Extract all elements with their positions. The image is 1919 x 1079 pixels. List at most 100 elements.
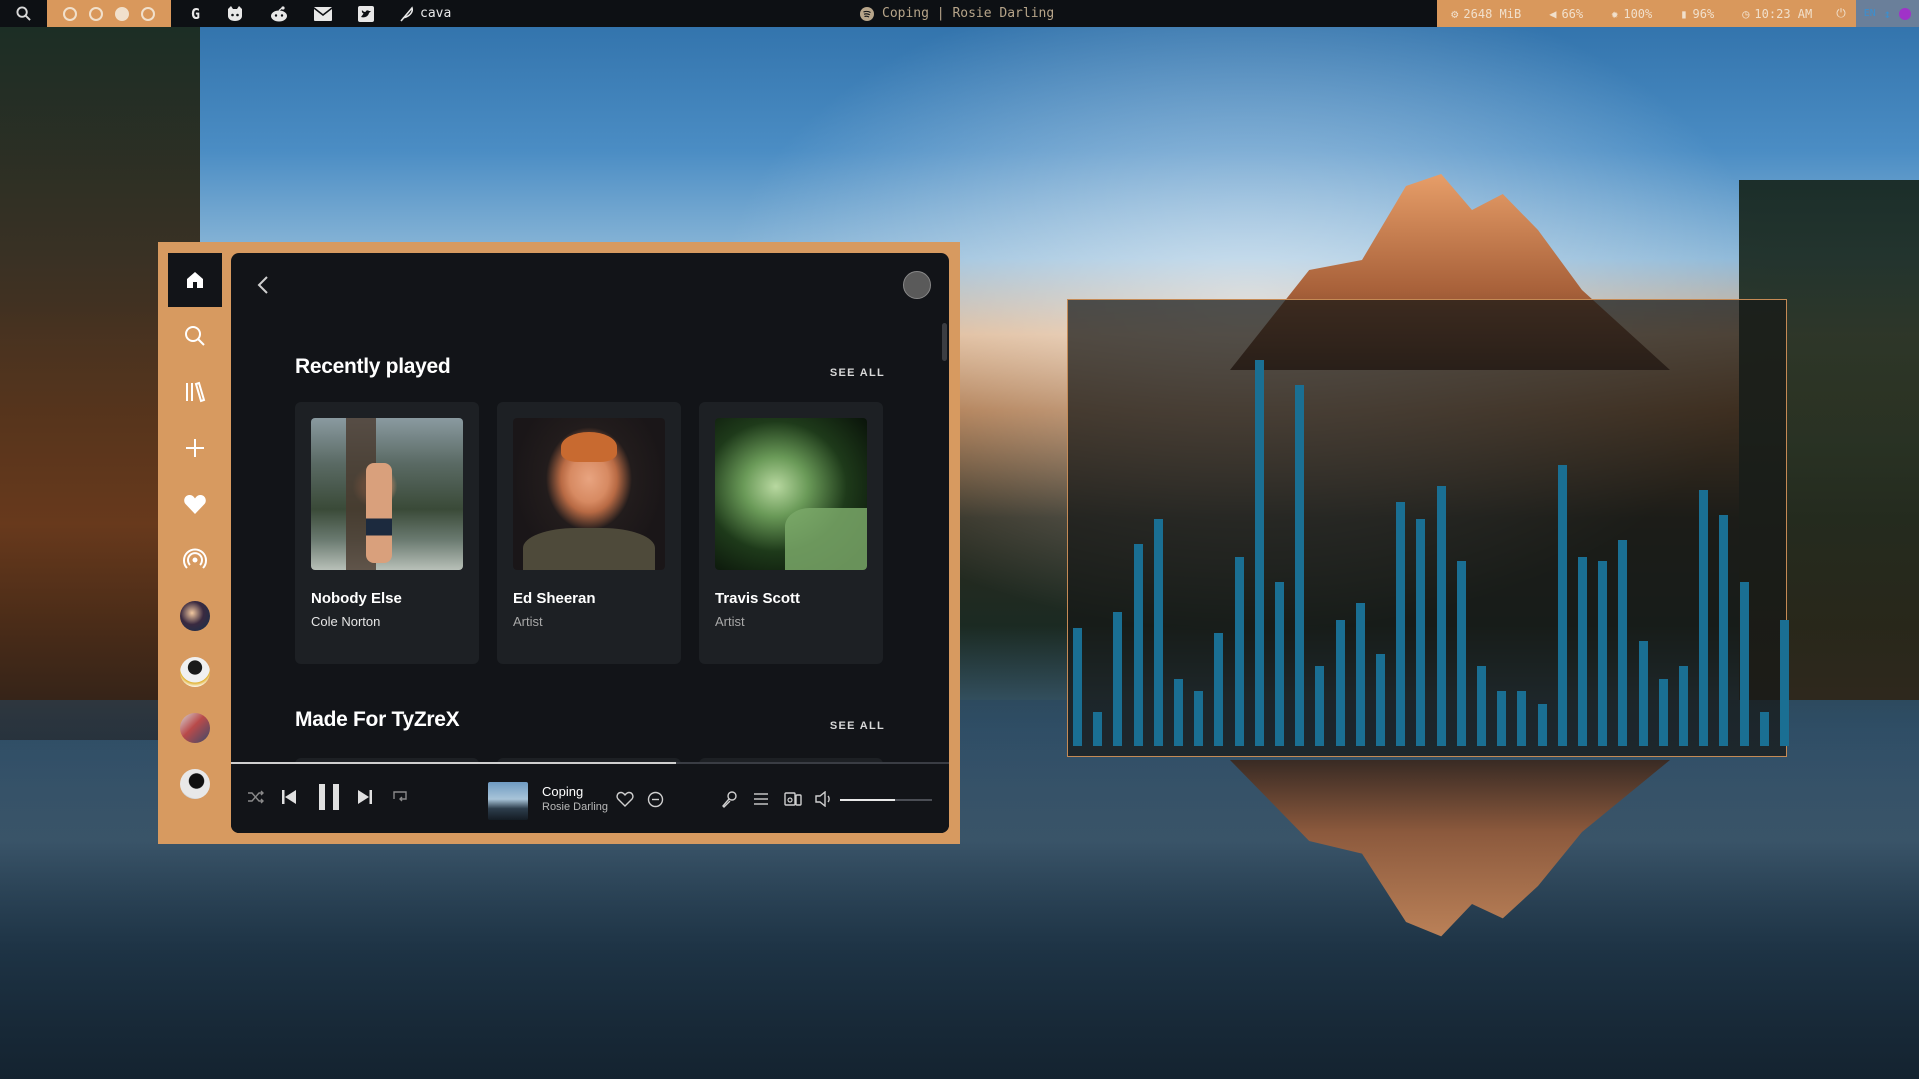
cava-bar [1295, 385, 1305, 746]
lyrics-button[interactable] [721, 791, 737, 808]
sidebar-item-library[interactable] [168, 365, 222, 419]
system-status: ⚙ 2648 MiB ◀ 66% ✹ 100% ▮ 96% ◷ 10:23 AM… [1437, 0, 1919, 27]
workspace-1[interactable] [63, 6, 77, 21]
cava-bar [1113, 612, 1123, 746]
sidebar-item-liked-songs[interactable] [168, 477, 222, 531]
cava-bar [1658, 679, 1668, 746]
recently-played-cards: Nobody Else Cole Norton Ed Sheeran Artis… [295, 402, 883, 664]
see-all-link[interactable]: SEE ALL [830, 720, 885, 732]
workspace-4[interactable] [141, 6, 155, 21]
memory-status[interactable]: ⚙ 2648 MiB [1437, 0, 1536, 27]
queue-button[interactable] [753, 791, 769, 807]
volume-value: 66% [1561, 6, 1584, 21]
shuffle-button[interactable] [247, 789, 265, 805]
previous-button[interactable] [281, 788, 297, 806]
sidebar-item-create-playlist[interactable] [168, 421, 222, 475]
workspace-switcher [47, 0, 171, 27]
sidebar-item-playlist-3[interactable] [168, 701, 222, 755]
mail-icon [314, 6, 333, 21]
spotify-icon [860, 6, 874, 21]
like-button[interactable] [616, 791, 634, 807]
workspace-3[interactable] [115, 6, 129, 21]
spotify-sidebar [158, 242, 230, 844]
cava-bar [1578, 557, 1587, 746]
scrollbar[interactable] [942, 323, 947, 361]
microphone-icon [722, 791, 737, 808]
repeat-button[interactable] [391, 789, 409, 805]
cava-label: cava [420, 6, 452, 21]
cava-bar [1557, 465, 1567, 746]
brightness-value: 100% [1623, 6, 1653, 21]
google-launcher[interactable]: G [191, 5, 200, 23]
card-cover [513, 418, 665, 570]
clock[interactable]: ◷ 10:23 AM [1728, 0, 1827, 27]
minus-circle-icon [647, 791, 664, 808]
section-title: Recently played [295, 355, 451, 378]
cava-bar [1093, 712, 1103, 746]
tray[interactable]: EN ↕ [1855, 0, 1919, 27]
shuffle-icon [248, 790, 264, 804]
volume-fill [840, 799, 896, 801]
cava-bar [1335, 620, 1345, 746]
reddit-launcher[interactable] [270, 5, 288, 22]
github-launcher[interactable] [226, 5, 244, 22]
cava-bar [1174, 679, 1183, 746]
card-ed-sheeran[interactable]: Ed Sheeran Artist [497, 402, 681, 664]
card-travis-scott[interactable]: Travis Scott Artist [699, 402, 883, 664]
card-cover-shirt [785, 508, 867, 570]
cava-bar [1355, 603, 1365, 746]
speaker-icon [815, 791, 830, 807]
cava-bar [1638, 641, 1648, 746]
pause-button[interactable] [316, 783, 342, 811]
volume-button[interactable] [815, 791, 833, 807]
now-playing-title[interactable]: Coping [542, 784, 583, 799]
volume-status[interactable]: ◀ 66% [1535, 0, 1598, 27]
cava-bar [1133, 544, 1143, 746]
cava-bar [1739, 582, 1749, 746]
volume-slider[interactable] [840, 799, 932, 801]
sidebar-item-playlist-4[interactable] [168, 757, 222, 811]
cava-bar [1416, 519, 1426, 746]
sidebar-item-home[interactable] [168, 253, 222, 307]
cava-launcher[interactable]: cava [400, 5, 452, 22]
card-title: Ed Sheeran [513, 590, 596, 607]
profile-button[interactable] [903, 271, 931, 299]
sidebar-item-podcasts[interactable] [168, 533, 222, 587]
now-playing-artist[interactable]: Rosie Darling [542, 801, 608, 813]
cava-bar [1315, 666, 1325, 746]
power-button[interactable]: ⏻ [1826, 0, 1856, 27]
card-nobody-else[interactable]: Nobody Else Cole Norton [295, 402, 479, 664]
twitter-launcher[interactable] [358, 5, 375, 22]
top-bar: G cava Coping | Rosie Darling ⚙ 2648 MiB… [0, 0, 1919, 27]
sidebar-item-playlist-2[interactable] [168, 645, 222, 699]
now-playing-text: Coping | Rosie Darling [882, 6, 1055, 21]
avatar [180, 769, 210, 799]
cava-bar [1477, 666, 1486, 746]
card-subtitle: Cole Norton [311, 614, 381, 629]
workspace-2[interactable] [89, 6, 103, 21]
sidebar-item-search[interactable] [168, 309, 222, 363]
launcher-search-button[interactable] [0, 0, 47, 27]
card-cover [715, 418, 867, 570]
library-icon [186, 381, 206, 403]
sidebar-item-playlist-1[interactable] [168, 589, 222, 643]
cava-bar [1537, 704, 1547, 746]
brightness-status[interactable]: ✹ 100% [1597, 0, 1667, 27]
skip-back-icon [282, 790, 296, 804]
progress-bar[interactable] [231, 762, 949, 764]
google-icon: G [191, 4, 201, 23]
cava-bar [1153, 519, 1163, 746]
back-button[interactable] [251, 273, 275, 297]
hide-button[interactable] [647, 791, 664, 808]
avatar [180, 713, 210, 743]
devices-button[interactable] [784, 791, 802, 807]
card-cover [311, 418, 463, 570]
now-playing-cover[interactable] [488, 782, 528, 820]
mail-launcher[interactable] [314, 6, 333, 21]
see-all-link[interactable]: SEE ALL [830, 367, 885, 379]
card-cover-hair [561, 432, 617, 462]
battery-status[interactable]: ▮ 96% [1666, 0, 1729, 27]
next-button[interactable] [357, 788, 373, 806]
now-playing-indicator[interactable]: Coping | Rosie Darling [860, 0, 1054, 27]
battery-icon: ▮ [1680, 6, 1688, 21]
